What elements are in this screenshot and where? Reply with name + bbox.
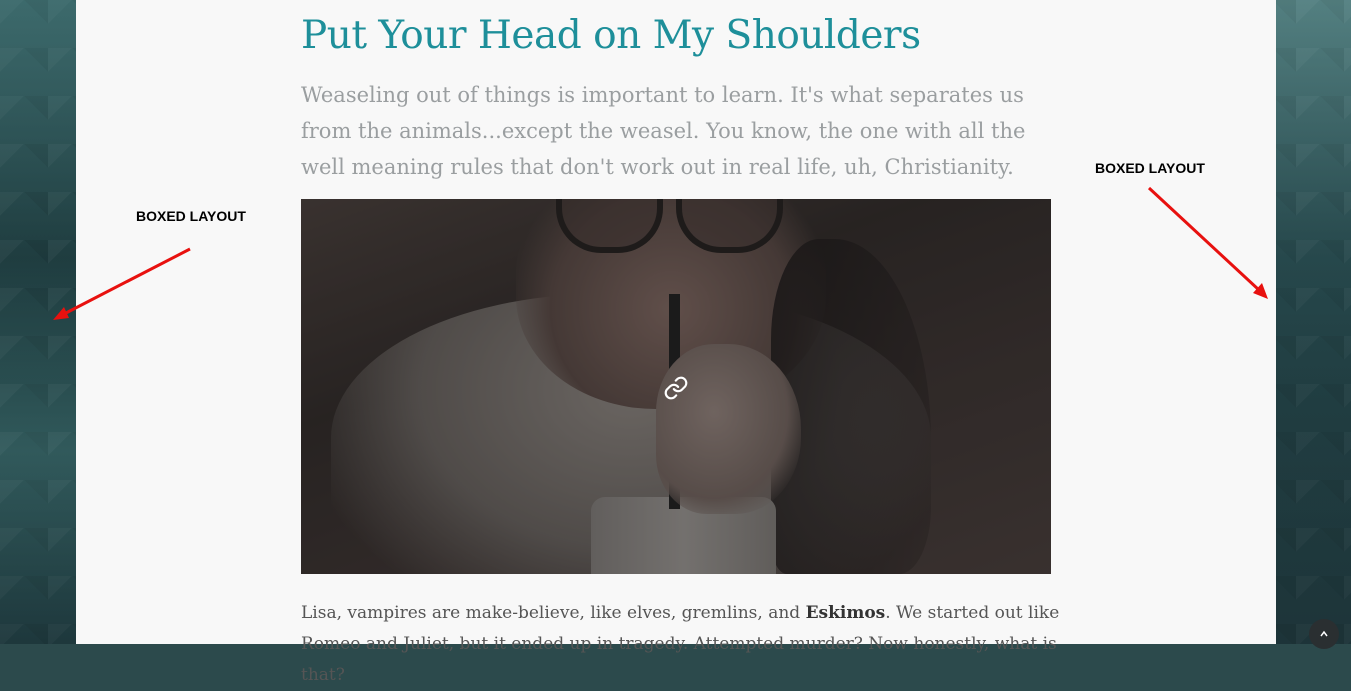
background-pattern-right bbox=[1276, 0, 1351, 644]
post-lead: Weaseling out of things is important to … bbox=[301, 83, 1026, 179]
boxed-content-container: Put Your Head on My Shoulders Weaseling … bbox=[76, 0, 1276, 685]
post-article: Put Your Head on My Shoulders Weaseling … bbox=[301, 0, 1059, 685]
post-body-text: Lisa, vampires are make-believe, like el… bbox=[301, 603, 806, 623]
chevron-up-icon bbox=[1320, 630, 1328, 637]
post-body-bold: Eskimos bbox=[805, 603, 886, 623]
annotation-right-label: BOXED LAYOUT bbox=[1095, 160, 1205, 176]
post-featured-image[interactable] bbox=[301, 199, 1051, 574]
scroll-to-top-button[interactable] bbox=[1309, 619, 1339, 649]
annotation-left-label: BOXED LAYOUT bbox=[136, 208, 246, 224]
background-pattern-left bbox=[0, 0, 76, 644]
post-title[interactable]: Put Your Head on My Shoulders bbox=[301, 12, 1051, 60]
post-body: Lisa, vampires are make-believe, like el… bbox=[301, 598, 1061, 691]
link-icon[interactable] bbox=[663, 375, 689, 401]
